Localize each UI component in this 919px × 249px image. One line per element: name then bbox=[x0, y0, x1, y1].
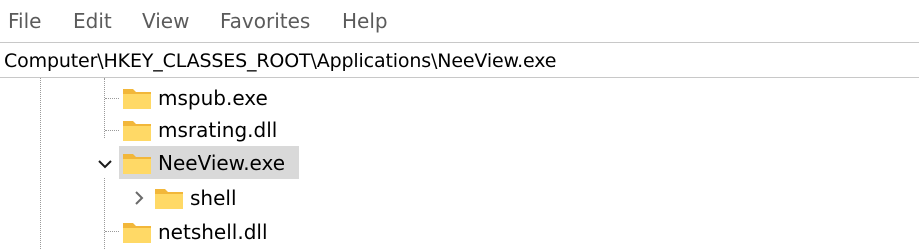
chevron-right-icon[interactable] bbox=[130, 189, 148, 207]
tree-node-selected[interactable]: NeeView.exe bbox=[0, 147, 919, 179]
tree-node-label: msrating.dll bbox=[158, 118, 278, 142]
menu-edit[interactable]: Edit bbox=[73, 6, 112, 36]
tree-node-label: netshell.dll bbox=[158, 220, 268, 244]
folder-icon bbox=[122, 118, 152, 142]
folder-icon bbox=[122, 86, 152, 110]
tree-node[interactable]: shell bbox=[0, 182, 919, 214]
tree-node-label: mspub.exe bbox=[158, 86, 268, 110]
folder-icon bbox=[154, 186, 184, 210]
tree-node[interactable]: mspub.exe bbox=[0, 82, 919, 114]
menu-file[interactable]: File bbox=[8, 6, 41, 36]
tree-node-label: shell bbox=[190, 186, 237, 210]
tree-node[interactable]: msrating.dll bbox=[0, 114, 919, 146]
address-path[interactable]: Computer\HKEY_CLASSES_ROOT\Applications\… bbox=[4, 46, 556, 76]
tree-node[interactable]: netshell.dll bbox=[0, 216, 919, 248]
folder-icon bbox=[122, 151, 152, 175]
menu-bar: File Edit View Favorites Help bbox=[0, 0, 919, 42]
chevron-down-icon[interactable] bbox=[96, 155, 114, 173]
menu-help[interactable]: Help bbox=[342, 6, 388, 36]
menu-view[interactable]: View bbox=[142, 6, 189, 36]
registry-tree[interactable]: mspub.exe msrating.dll NeeView.exe shell… bbox=[0, 78, 919, 249]
address-bar[interactable]: Computer\HKEY_CLASSES_ROOT\Applications\… bbox=[0, 42, 919, 78]
folder-icon bbox=[122, 220, 152, 244]
tree-node-label: NeeView.exe bbox=[158, 151, 286, 175]
registry-editor-window: File Edit View Favorites Help Computer\H… bbox=[0, 0, 919, 249]
menu-favorites[interactable]: Favorites bbox=[220, 6, 310, 36]
